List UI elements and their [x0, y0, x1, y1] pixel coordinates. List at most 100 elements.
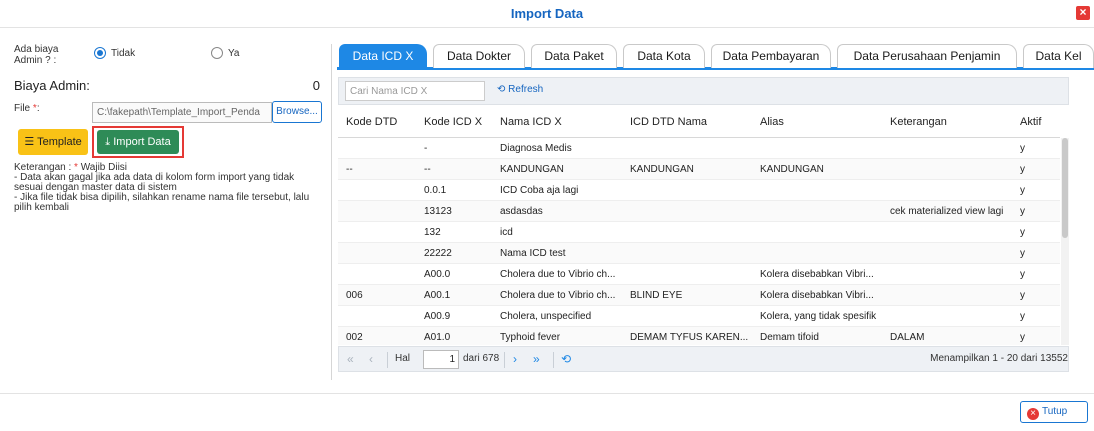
reload-icon[interactable]: ⟲ — [561, 352, 571, 366]
import-notes: Keterangan : * Wajib Diisi - Data akan g… — [14, 163, 324, 213]
import-button-highlight: ⤓ Import Data — [92, 126, 184, 158]
table-cell: 0.0.1 — [424, 185, 447, 196]
table-row[interactable]: -- -- KANDUNGAN KANDUNGAN KANDUNGAN y — [338, 159, 1060, 180]
biaya-admin-label: Biaya Admin: — [14, 78, 90, 93]
last-page-icon[interactable]: » — [533, 352, 540, 366]
page-label: Hal — [395, 353, 411, 364]
col-kode-dtd[interactable]: Kode DTD — [346, 116, 397, 128]
grid-header: Kode DTD Kode ICD X Nama ICD X ICD DTD N… — [338, 105, 1060, 138]
radio-ya-label: Ya — [228, 48, 240, 59]
table-cell: y — [1020, 164, 1025, 175]
biaya-question-line1: Ada biaya — [14, 44, 59, 55]
file-label-text: File — [14, 103, 33, 114]
table-row[interactable]: 13123 asdasdas cek materialized view lagi y — [338, 201, 1060, 222]
table-cell: Kolera, yang tidak spesifik — [760, 311, 877, 322]
tab-data-pembayaran[interactable]: Data Pembayaran — [711, 44, 831, 68]
browse-button[interactable]: Browse... — [272, 101, 322, 123]
table-cell: 132 — [424, 227, 441, 238]
table-cell: y — [1020, 290, 1025, 301]
table-row[interactable]: - Diagnosa Medis y — [338, 138, 1060, 159]
pager-separator — [387, 352, 388, 368]
list-icon: ☰ — [24, 136, 35, 148]
import-data-button[interactable]: ⤓ Import Data — [97, 130, 179, 154]
first-page-icon[interactable]: « — [347, 352, 354, 366]
page-total-label: dari 678 — [463, 353, 500, 364]
table-cell: - — [424, 143, 428, 154]
dialog-title: Import Data — [510, 6, 584, 21]
notes-line2: - Jika file tidak bisa dipilih, silahkan… — [14, 192, 310, 213]
table-cell: A00.9 — [424, 311, 451, 322]
panel-divider — [331, 44, 332, 380]
tab-data-dokter[interactable]: Data Dokter — [433, 44, 525, 68]
template-button[interactable]: ☰ Template — [18, 129, 88, 155]
grid-pager: « ‹ Hal 1 dari 678 › » ⟲ Menampilkan 1 -… — [338, 346, 1069, 372]
close-button[interactable]: × Tutup — [1020, 401, 1088, 423]
file-path-field[interactable]: C:\fakepath\Template_Import_Penda — [92, 102, 272, 123]
grid-scroll-thumb[interactable] — [1062, 138, 1068, 238]
table-cell: asdasdas — [500, 206, 543, 217]
table-row[interactable]: 132 icd y — [338, 222, 1060, 243]
table-cell: DEMAM TYFUS KAREN... — [630, 332, 749, 343]
pager-summary: Menampilkan 1 - 20 dari 13552 — [930, 353, 1068, 364]
notes-line1: - Data akan gagal jika ada data di kolom… — [14, 172, 295, 193]
col-kode-icd-x[interactable]: Kode ICD X — [424, 116, 482, 128]
table-row[interactable]: 0.0.1 ICD Coba aja lagi y — [338, 180, 1060, 201]
tab-data-kota[interactable]: Data Kota — [623, 44, 705, 68]
close-circle-icon: × — [1027, 408, 1039, 420]
import-data-button-label: Import Data — [113, 136, 171, 148]
radio-tidak[interactable] — [94, 47, 106, 59]
col-icd-dtd-nama[interactable]: ICD DTD Nama — [630, 116, 707, 128]
table-cell: y — [1020, 206, 1025, 217]
tab-bar: Data ICD X Data Dokter Data Paket Data K… — [337, 44, 1094, 70]
file-label-colon: : — [36, 103, 40, 114]
table-cell: Cholera, unspecified — [500, 311, 592, 322]
table-cell: DALAM — [890, 332, 925, 343]
tab-data-perusahaan-penjamin[interactable]: Data Perusahaan Penjamin — [837, 44, 1017, 68]
table-row[interactable]: 22222 Nama ICD test y — [338, 243, 1060, 264]
search-input[interactable] — [345, 81, 485, 101]
grid-scrollbar[interactable] — [1061, 138, 1069, 345]
next-page-icon[interactable]: › — [513, 352, 517, 366]
table-cell: 22222 — [424, 248, 452, 259]
page-number-input[interactable]: 1 — [423, 350, 459, 369]
table-cell: Diagnosa Medis — [500, 143, 572, 154]
table-row[interactable]: A00.9 Cholera, unspecified Kolera, yang ti… — [338, 306, 1060, 327]
table-cell: A01.0 — [424, 332, 451, 343]
table-row[interactable]: A00.0 Cholera due to Vibrio ch... Kolera d… — [338, 264, 1060, 285]
tab-data-kel[interactable]: Data Kel — [1023, 44, 1094, 68]
download-icon: ⤓ — [105, 136, 111, 148]
table-row[interactable]: 006 A00.1 Cholera due to Vibrio ch... BLIND… — [338, 285, 1060, 306]
refresh-label: Refresh — [508, 84, 544, 95]
table-cell: A00.0 — [424, 269, 451, 280]
radio-ya[interactable] — [211, 47, 223, 59]
table-cell: -- — [424, 164, 431, 175]
footer-divider — [0, 393, 1094, 394]
col-alias[interactable]: Alias — [760, 116, 784, 128]
refresh-button[interactable]: ⟲ Refresh — [497, 84, 543, 95]
col-nama-icd-x[interactable]: Nama ICD X — [500, 116, 562, 128]
col-aktif[interactable]: Aktif — [1020, 116, 1041, 128]
tab-data-icd-x[interactable]: Data ICD X — [339, 44, 427, 68]
table-cell: Demam tifoid — [760, 332, 819, 343]
table-cell: BLIND EYE — [630, 290, 683, 301]
refresh-icon: ⟲ — [497, 84, 506, 95]
table-cell: Nama ICD test — [500, 248, 566, 259]
prev-page-icon[interactable]: ‹ — [369, 352, 373, 366]
biaya-question-line2: Admin ? : — [14, 55, 57, 66]
table-cell: 13123 — [424, 206, 452, 217]
close-icon[interactable]: × — [1076, 6, 1090, 20]
close-button-label: Tutup — [1042, 406, 1068, 417]
table-cell: -- — [346, 164, 353, 175]
table-row[interactable]: 002 A01.0 Typhoid fever DEMAM TYFUS KAREN..… — [338, 327, 1060, 345]
table-cell: y — [1020, 248, 1025, 259]
table-cell: KANDUNGAN — [500, 164, 564, 175]
table-cell: y — [1020, 311, 1025, 322]
table-cell: Cholera due to Vibrio ch... — [500, 290, 616, 301]
tab-data-paket[interactable]: Data Paket — [531, 44, 617, 68]
table-cell: KANDUNGAN — [630, 164, 694, 175]
dialog-titlebar: Import Data × — [0, 0, 1094, 28]
table-cell: ICD Coba aja lagi — [500, 185, 579, 196]
biaya-admin-value: 0 — [312, 78, 320, 93]
col-keterangan[interactable]: Keterangan — [890, 116, 947, 128]
template-button-label: Template — [37, 136, 82, 148]
